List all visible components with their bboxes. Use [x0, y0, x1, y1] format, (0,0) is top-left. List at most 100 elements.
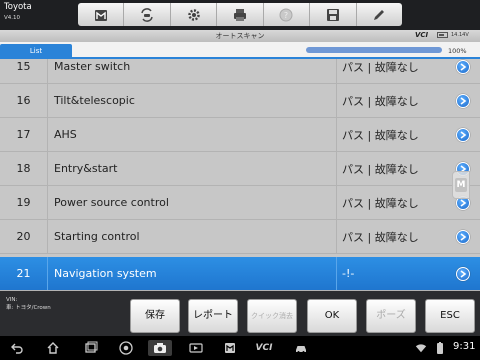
- battery-icon: [437, 32, 448, 38]
- chevron-right-icon: [460, 131, 467, 139]
- save-button[interactable]: 保存: [130, 299, 180, 333]
- system-status: パス | 故障なし: [336, 186, 446, 219]
- list-row[interactable]: 19 Power source control パス | 故障なし: [0, 186, 480, 220]
- media-icon: [189, 343, 203, 353]
- print-button[interactable]: [217, 3, 264, 26]
- maxisys-app[interactable]: [221, 340, 239, 356]
- save-data-button[interactable]: [310, 3, 357, 26]
- system-status: パス | 故障なし: [336, 220, 446, 253]
- car-app[interactable]: [292, 340, 310, 356]
- nav-home-button[interactable]: [44, 340, 62, 356]
- report-button[interactable]: レポート: [188, 299, 238, 333]
- tab-list[interactable]: List: [0, 44, 72, 59]
- chevron-right-icon: [460, 233, 467, 241]
- list-row[interactable]: 16 Tilt&telescopic パス | 故障なし: [0, 84, 480, 118]
- app-name: Toyota: [4, 2, 32, 12]
- vehicle-swap-icon: [141, 7, 153, 22]
- battery-status: [431, 340, 449, 356]
- list-row-selected[interactable]: 21 Navigation system -!-: [0, 257, 480, 291]
- vin-label: VIN:: [6, 297, 18, 303]
- system-name: Starting control: [54, 230, 140, 243]
- system-status: -!-: [336, 257, 446, 290]
- row-number: 18: [0, 152, 48, 185]
- nav-recents-button[interactable]: [82, 340, 100, 356]
- system-status: パス | 故障なし: [336, 118, 446, 151]
- scan-progress-fill: [306, 47, 442, 53]
- vci-icon: VCI: [255, 343, 273, 353]
- home-icon: [94, 9, 107, 21]
- list-row[interactable]: 20 Starting control パス | 故障なし: [0, 220, 480, 254]
- ok-button[interactable]: OK: [307, 299, 357, 333]
- settings-gear-icon: [187, 8, 200, 21]
- battery-icon: [437, 342, 443, 354]
- system-name: Tilt&telescopic: [54, 94, 135, 107]
- camera-app[interactable]: [148, 340, 172, 356]
- brand: Toyota V4.10: [4, 3, 32, 21]
- wifi-icon: [415, 344, 427, 353]
- camera-icon: [154, 343, 166, 353]
- vci-status: VCI: [415, 31, 428, 39]
- row-number: 19: [0, 186, 48, 219]
- wifi-status: [415, 340, 427, 356]
- app-version: V4.10: [4, 14, 21, 21]
- scan-progress-label: 100%: [448, 47, 467, 55]
- tab-bar: List 100%: [0, 42, 480, 59]
- svg-text:?: ?: [284, 11, 288, 20]
- vehicle-info: VIN: 車: トヨタ/Crown: [6, 296, 51, 313]
- list-row[interactable]: 18 Entry&start パス | 故障なし: [0, 152, 480, 186]
- top-bar: Toyota V4.10 ?: [0, 0, 480, 30]
- system-name: Master switch: [54, 60, 131, 73]
- floating-menu-handle[interactable]: M: [452, 171, 470, 199]
- settings-button[interactable]: [171, 3, 218, 26]
- maxisys-menu-icon: M: [455, 178, 467, 192]
- open-system-button[interactable]: [456, 267, 470, 281]
- home-button[interactable]: [78, 3, 125, 26]
- esc-button[interactable]: ESC: [425, 299, 475, 333]
- media-app[interactable]: [187, 340, 205, 356]
- system-name: Navigation system: [54, 267, 157, 280]
- title-bar: オートスキャン VCI 14.14V: [0, 30, 480, 42]
- open-system-button[interactable]: [456, 230, 470, 244]
- nav-back-button[interactable]: [8, 340, 26, 356]
- vci-label: VCI: [415, 31, 429, 39]
- list-row[interactable]: 17 AHS パス | 故障なし: [0, 118, 480, 152]
- system-name: AHS: [54, 128, 77, 141]
- vci-manager-app[interactable]: VCI: [251, 340, 277, 356]
- system-name: Entry&start: [54, 162, 118, 175]
- edit-button[interactable]: [357, 3, 402, 26]
- system-list: 15 Master switch パス | 故障なし 16 Tilt&teles…: [0, 59, 480, 291]
- system-status: パス | 故障なし: [336, 59, 446, 83]
- row-number: 16: [0, 84, 48, 117]
- vehicle-swap-button[interactable]: [124, 3, 171, 26]
- chevron-right-icon: [460, 63, 467, 71]
- pause-button[interactable]: ポーズ: [366, 299, 416, 333]
- chrome-app[interactable]: [117, 340, 135, 356]
- row-number: 20: [0, 220, 48, 253]
- open-system-button[interactable]: [456, 60, 470, 74]
- footer-bar: VIN: 車: トヨタ/Crown 保存 レポート クイック消去 OK ポーズ …: [0, 291, 480, 336]
- chevron-right-icon: [460, 97, 467, 105]
- list-row[interactable]: 15 Master switch パス | 故障なし: [0, 59, 480, 84]
- system-status: パス | 故障なし: [336, 152, 446, 185]
- page-title: オートスキャン: [215, 32, 265, 40]
- home-icon: [47, 342, 59, 354]
- system-nav-bar: VCI 9:31: [0, 336, 480, 360]
- open-system-button[interactable]: [456, 94, 470, 108]
- vehicle-name: 車: トヨタ/Crown: [6, 305, 51, 312]
- system-status: パス | 故障なし: [336, 84, 446, 117]
- system-clock: 9:31: [453, 341, 476, 352]
- help-icon: ?: [279, 8, 293, 21]
- save-disk-icon: [326, 8, 339, 21]
- quick-erase-button[interactable]: クイック消去: [247, 299, 297, 333]
- back-icon: [11, 343, 23, 354]
- row-number: 21: [0, 257, 48, 290]
- recents-icon: [85, 341, 98, 353]
- help-button[interactable]: ?: [264, 3, 311, 26]
- row-number: 17: [0, 118, 48, 151]
- row-number: 15: [0, 59, 48, 83]
- chrome-icon: [119, 341, 133, 355]
- chevron-right-icon: [460, 199, 467, 207]
- chevron-right-icon: [460, 270, 467, 278]
- open-system-button[interactable]: [456, 128, 470, 142]
- main-toolbar: ?: [78, 3, 402, 26]
